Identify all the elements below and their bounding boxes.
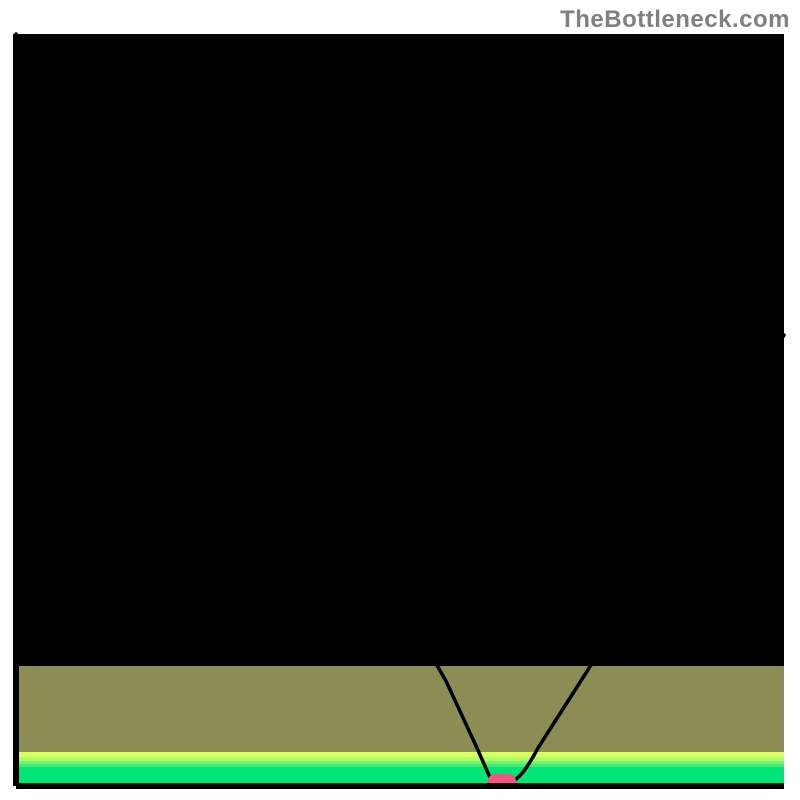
- plot-area: [16, 34, 784, 786]
- bottleneck-chart: TheBottleneck.com: [0, 0, 800, 800]
- watermark-text: TheBottleneck.com: [560, 6, 790, 34]
- band-spectral-2: [16, 757, 784, 761]
- band-spectral-1: [16, 752, 784, 757]
- band-spectral-4: [16, 764, 784, 767]
- band-spectral-3: [16, 761, 784, 764]
- band-pale-yellow: [16, 666, 784, 766]
